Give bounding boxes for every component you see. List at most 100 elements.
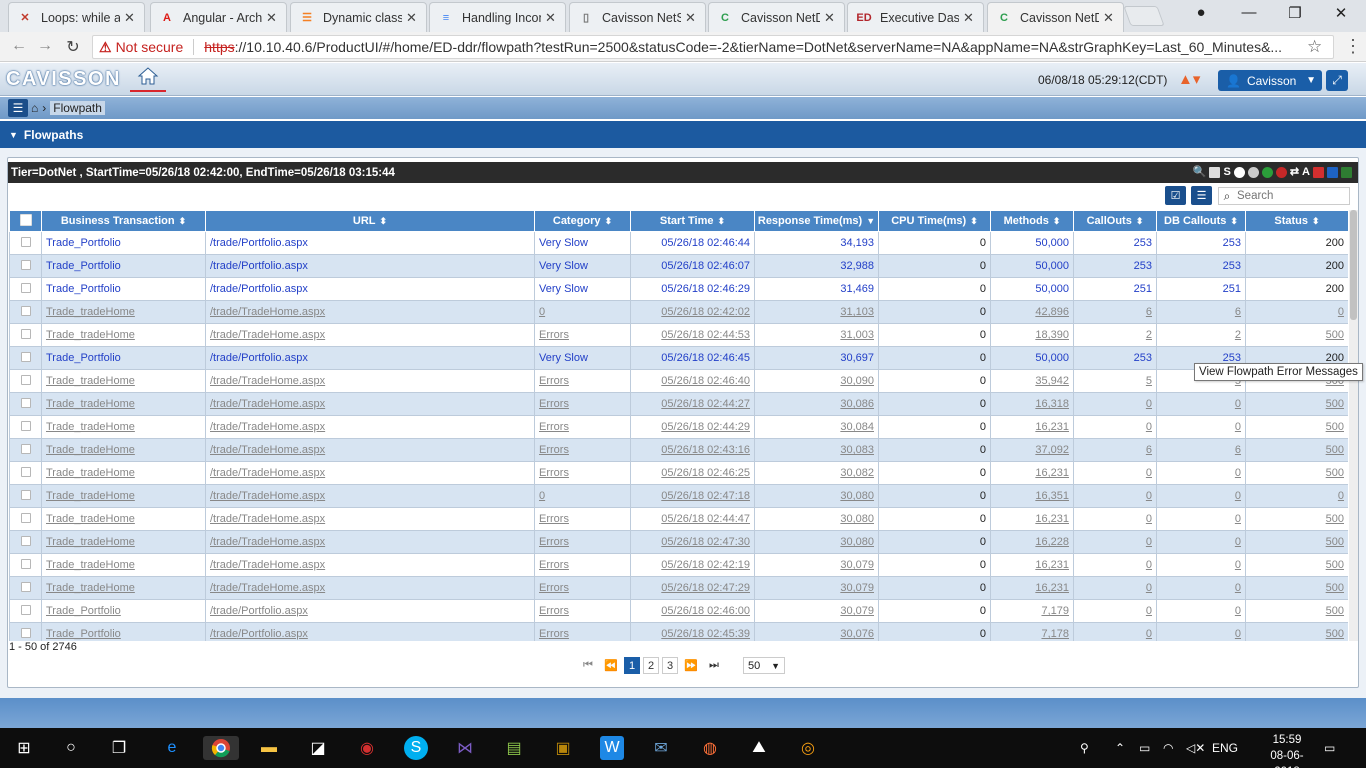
status-link[interactable]: 200	[1326, 237, 1344, 249]
column-header[interactable]: CPU Time(ms) ⬍	[878, 210, 991, 232]
browser-tab[interactable]: ED Executive Dash ✕	[847, 2, 984, 32]
status-link[interactable]: 500	[1326, 467, 1344, 479]
page-1-button[interactable]: 1	[624, 657, 640, 674]
user-menu-button[interactable]: 👤 Cavisson ▼	[1218, 70, 1322, 91]
row-checkbox[interactable]	[20, 535, 31, 546]
callouts-link[interactable]: 0	[1146, 490, 1152, 502]
orange-app-icon[interactable]: ◎	[796, 736, 820, 760]
business-transaction-link[interactable]: Trade_tradeHome	[46, 536, 135, 548]
skype-icon[interactable]: S	[404, 736, 428, 760]
start-time-link[interactable]: 05/26/18 02:44:53	[661, 329, 750, 341]
next-page-icon[interactable]: ⏩	[681, 659, 701, 672]
methods-link[interactable]: 16,231	[1035, 467, 1069, 479]
sort-icon[interactable]: ⬍	[970, 216, 978, 226]
db-callouts-link[interactable]: 0	[1235, 605, 1241, 617]
start-time-link[interactable]: 05/26/18 02:46:25	[661, 467, 750, 479]
callouts-link[interactable]: 253	[1134, 352, 1152, 364]
table-row[interactable]: Trade_Portfolio/trade/Portfolio.aspx Very…	[9, 231, 1348, 255]
table-row[interactable]: Trade_tradeHome/trade/TradeHome.aspx 0 05/…	[9, 300, 1348, 324]
url-link[interactable]: /trade/TradeHome.aspx	[210, 582, 325, 594]
browser-menu-icon[interactable]: ⋮	[1344, 36, 1362, 57]
flowpaths-section-toggle[interactable]: ▼ Flowpaths	[0, 121, 1366, 148]
close-tab-icon[interactable]: ✕	[266, 10, 280, 26]
url-link[interactable]: /trade/TradeHome.aspx	[210, 306, 325, 318]
chrome-icon[interactable]	[203, 736, 239, 760]
url-link[interactable]: /trade/Portfolio.aspx	[210, 605, 308, 617]
column-header[interactable]: Response Time(ms) ▼	[754, 210, 879, 232]
row-checkbox[interactable]	[20, 236, 31, 247]
methods-link[interactable]: 37,092	[1035, 444, 1069, 456]
column-header[interactable]: Business Transaction ⬍	[41, 210, 206, 232]
callouts-link[interactable]: 0	[1146, 582, 1152, 594]
methods-link[interactable]: 16,231	[1035, 513, 1069, 525]
browser-tab[interactable]: ☰ Dynamic classn ✕	[290, 2, 427, 32]
column-header[interactable]: URL ⬍	[205, 210, 535, 232]
business-transaction-link[interactable]: Trade_tradeHome	[46, 582, 135, 594]
alert-bell-icon[interactable]: ▲▾	[1178, 70, 1200, 88]
filter-icon[interactable]	[1233, 167, 1245, 178]
search-input[interactable]	[1235, 190, 1345, 202]
start-time-link[interactable]: 05/26/18 02:46:07	[661, 260, 750, 272]
browser-tab[interactable]: ✕ Loops: while ar ✕	[8, 2, 145, 32]
db-callouts-link[interactable]: 0	[1235, 490, 1241, 502]
system-clock[interactable]: 15:59 08-06-2018	[1262, 732, 1312, 780]
category-link[interactable]: Errors	[539, 375, 569, 387]
methods-link[interactable]: 16,228	[1035, 536, 1069, 548]
db-callouts-link[interactable]: 0	[1235, 628, 1241, 640]
maximize-button[interactable]: ❐	[1280, 4, 1310, 22]
url-link[interactable]: /trade/TradeHome.aspx	[210, 329, 325, 341]
close-window-button[interactable]: ✕	[1326, 4, 1356, 22]
prev-page-icon[interactable]: ⏪	[601, 659, 621, 672]
category-link[interactable]: Very Slow	[539, 237, 588, 249]
green-status-icon[interactable]	[1261, 167, 1273, 178]
table-row[interactable]: Trade_tradeHome/trade/TradeHome.aspx Erro…	[9, 461, 1348, 485]
sort-icon[interactable]: ⬍	[605, 216, 613, 226]
url-link[interactable]: /trade/Portfolio.aspx	[210, 283, 308, 295]
business-transaction-link[interactable]: Trade_Portfolio	[46, 352, 121, 364]
category-link[interactable]: Errors	[539, 628, 569, 640]
notifications-icon[interactable]: ▭	[1324, 741, 1335, 755]
close-tab-icon[interactable]: ✕	[124, 10, 138, 26]
sort-icon[interactable]: ⬍	[1136, 216, 1144, 226]
table-row[interactable]: Trade_tradeHome/trade/TradeHome.aspx Erro…	[9, 415, 1348, 439]
methods-link[interactable]: 50,000	[1035, 283, 1069, 295]
methods-link[interactable]: 16,231	[1035, 559, 1069, 571]
start-time-link[interactable]: 05/26/18 02:42:19	[661, 559, 750, 571]
row-checkbox[interactable]	[20, 512, 31, 523]
table-row[interactable]: Trade_tradeHome/trade/TradeHome.aspx Erro…	[9, 369, 1348, 393]
sort-icon[interactable]: ⬍	[179, 216, 187, 226]
chart-app-icon[interactable]: ▤	[502, 736, 526, 760]
response-time-link[interactable]: 30,084	[840, 421, 874, 433]
business-transaction-link[interactable]: Trade_Portfolio	[46, 283, 121, 295]
browser-tab[interactable]: A Angular - Archi ✕	[150, 2, 287, 32]
methods-link[interactable]: 42,896	[1035, 306, 1069, 318]
category-link[interactable]: Errors	[539, 467, 569, 479]
page-size-select[interactable]: 50 ▼	[743, 657, 785, 674]
callouts-link[interactable]: 253	[1134, 260, 1152, 272]
category-link[interactable]: Errors	[539, 605, 569, 617]
row-checkbox[interactable]	[20, 374, 31, 385]
category-link[interactable]: Errors	[539, 421, 569, 433]
category-link[interactable]: Errors	[539, 513, 569, 525]
methods-link[interactable]: 50,000	[1035, 237, 1069, 249]
response-time-link[interactable]: 30,076	[840, 628, 874, 640]
table-row[interactable]: Trade_tradeHome/trade/TradeHome.aspx Erro…	[9, 323, 1348, 347]
status-link[interactable]: 500	[1326, 421, 1344, 433]
app-red-icon[interactable]: ◉	[355, 736, 379, 760]
business-transaction-link[interactable]: Trade_tradeHome	[46, 306, 135, 318]
db-callouts-link[interactable]: 0	[1235, 421, 1241, 433]
close-tab-icon[interactable]: ✕	[685, 10, 699, 26]
status-link[interactable]: 500	[1326, 559, 1344, 571]
table-row[interactable]: Trade_tradeHome/trade/TradeHome.aspx Erro…	[9, 530, 1348, 554]
sort-icon[interactable]: ⬍	[1230, 216, 1238, 226]
url-link[interactable]: /trade/TradeHome.aspx	[210, 398, 325, 410]
breadcrumb-home-icon[interactable]: ⌂	[31, 101, 38, 115]
db-callouts-link[interactable]: 253	[1223, 237, 1241, 249]
profile-icon[interactable]: ●	[1186, 4, 1216, 21]
column-header[interactable]: Methods ⬍	[990, 210, 1074, 232]
status-link[interactable]: 500	[1326, 329, 1344, 341]
start-time-link[interactable]: 05/26/18 02:46:29	[661, 283, 750, 295]
response-time-link[interactable]: 30,080	[840, 536, 874, 548]
browser-tab[interactable]: C Cavisson NetDi ✕	[987, 2, 1124, 32]
browser-tab[interactable]: ≡ Handling Incon ✕	[429, 2, 566, 32]
